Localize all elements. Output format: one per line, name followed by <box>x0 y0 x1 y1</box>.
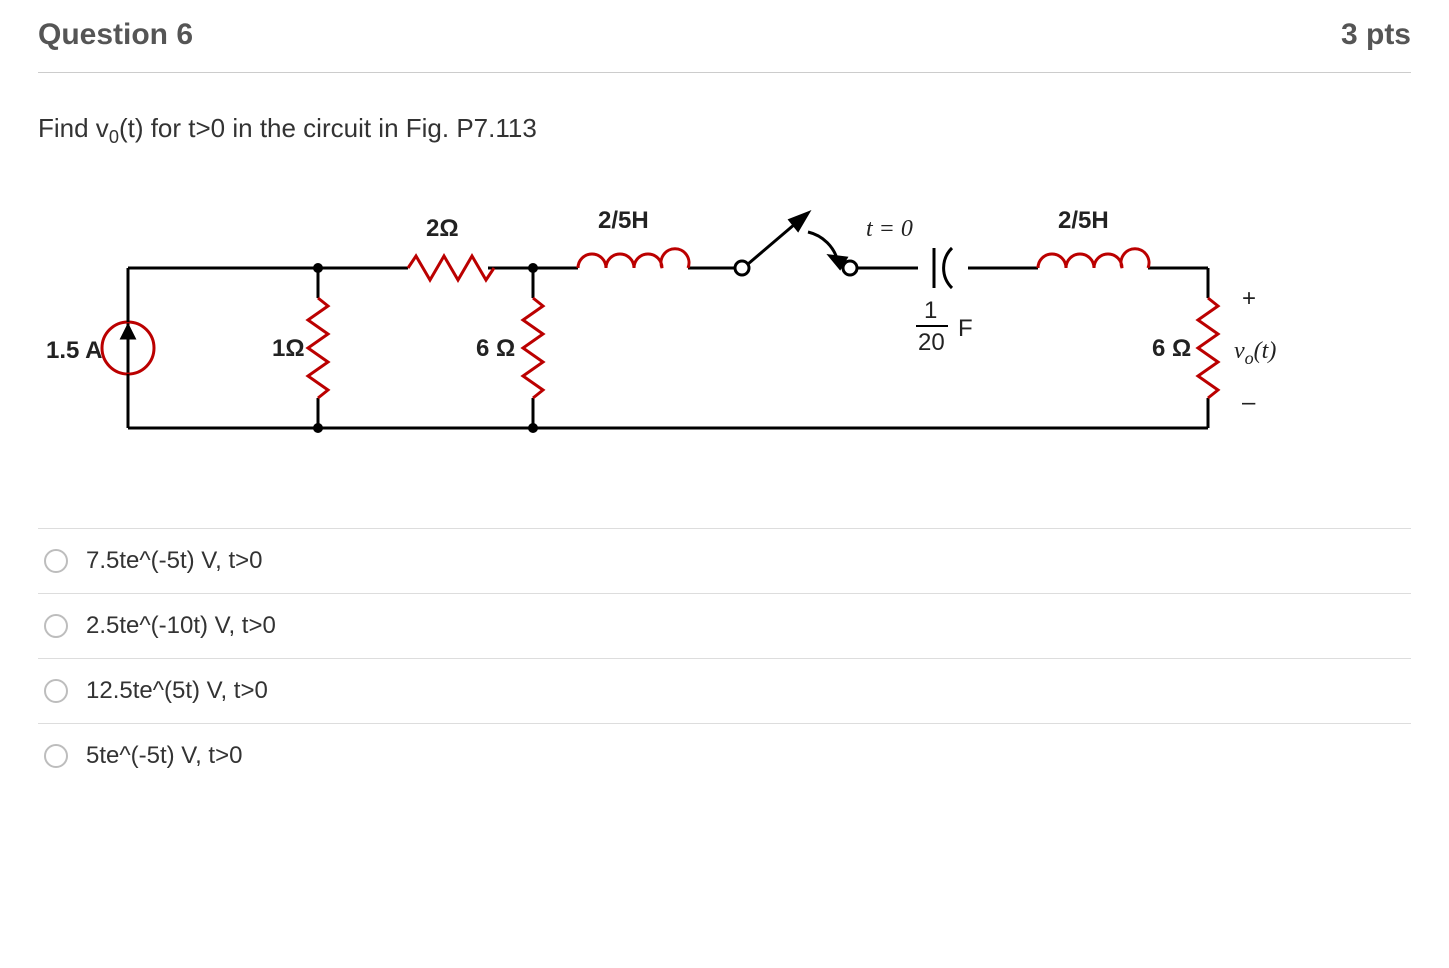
inductor2-label: 2/5H <box>1058 207 1109 234</box>
question-title: Question 6 <box>38 18 193 52</box>
vo-label: vo(t) <box>1234 338 1276 368</box>
radio-icon <box>44 549 68 573</box>
question-points: 3 pts <box>1341 18 1411 52</box>
radio-icon <box>44 679 68 703</box>
cap-num: 1 <box>924 297 937 324</box>
radio-icon <box>44 614 68 638</box>
choice-2[interactable]: 2.5te^(-10t) V, t>0 <box>38 594 1411 659</box>
circuit-diagram: 1.5 A 1Ω 2Ω 6 Ω 2/5H <box>38 178 1411 478</box>
r1-label: 1Ω <box>272 335 305 362</box>
r4-label: 6 Ω <box>1152 335 1191 362</box>
switch-time-label: t = 0 <box>866 216 913 242</box>
choice-4[interactable]: 5te^(-5t) V, t>0 <box>38 724 1411 788</box>
choice-1[interactable]: 7.5te^(-5t) V, t>0 <box>38 529 1411 594</box>
radio-icon <box>44 744 68 768</box>
choice-3[interactable]: 12.5te^(5t) V, t>0 <box>38 659 1411 724</box>
inductor1-label: 2/5H <box>598 207 649 234</box>
prompt-sub: 0 <box>109 127 119 147</box>
choice-text: 7.5te^(-5t) V, t>0 <box>86 547 262 575</box>
prompt-pre: Find v <box>38 113 109 143</box>
choice-text: 12.5te^(5t) V, t>0 <box>86 677 268 705</box>
question-header: Question 6 3 pts <box>38 18 1411 73</box>
cap-unit: F <box>958 315 973 342</box>
cap-den: 20 <box>918 329 945 356</box>
r2-label: 2Ω <box>426 215 459 242</box>
r3-label: 6 Ω <box>476 335 515 362</box>
vo-plus: + <box>1242 285 1256 312</box>
choice-text: 2.5te^(-10t) V, t>0 <box>86 612 276 640</box>
prompt-post: (t) for t>0 in the circuit in Fig. P7.11… <box>119 113 537 143</box>
choice-text: 5te^(-5t) V, t>0 <box>86 742 242 770</box>
vo-minus: – <box>1242 389 1256 416</box>
question-prompt: Find v0(t) for t>0 in the circuit in Fig… <box>38 113 1411 148</box>
current-source-label: 1.5 A <box>46 337 102 364</box>
answer-choices: 7.5te^(-5t) V, t>0 2.5te^(-10t) V, t>0 1… <box>38 528 1411 788</box>
